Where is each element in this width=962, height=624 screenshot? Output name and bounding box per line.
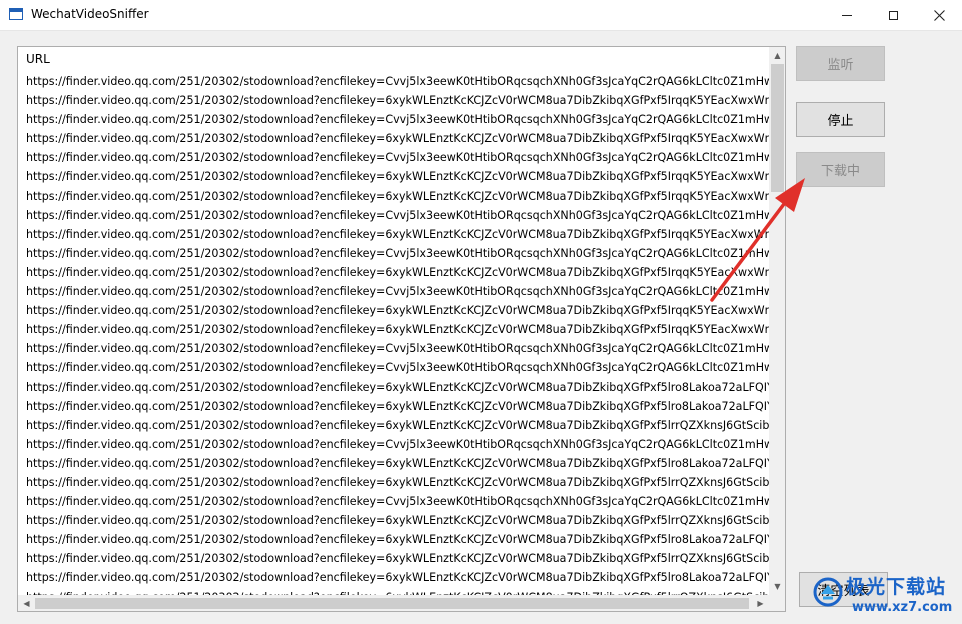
list-item[interactable]: https://finder.video.qq.com/251/20302/st… [26,91,770,110]
window-title: WechatVideoSniffer [31,7,149,21]
downloading-button[interactable]: 下载中 [796,152,885,187]
listen-button[interactable]: 监听 [796,46,885,81]
list-item[interactable]: https://finder.video.qq.com/251/20302/st… [26,416,770,435]
list-item[interactable]: https://finder.video.qq.com/251/20302/st… [26,397,770,416]
list-item[interactable]: https://finder.video.qq.com/251/20302/st… [26,244,770,263]
list-item[interactable]: https://finder.video.qq.com/251/20302/st… [26,187,770,206]
list-item[interactable]: https://finder.video.qq.com/251/20302/st… [26,167,770,186]
brand-logo-icon [813,577,843,607]
list-item[interactable]: https://finder.video.qq.com/251/20302/st… [26,110,770,129]
close-icon [933,9,945,21]
column-header-url[interactable]: URL [26,52,50,66]
horizontal-scrollbar[interactable]: ◀ ▶ [18,595,769,611]
list-item[interactable]: https://finder.video.qq.com/251/20302/st… [26,282,770,301]
title-bar[interactable]: WechatVideoSniffer [0,0,962,31]
list-item[interactable]: https://finder.video.qq.com/251/20302/st… [26,378,770,397]
list-item[interactable]: https://finder.video.qq.com/251/20302/st… [26,263,770,282]
maximize-icon [888,10,898,20]
list-item[interactable]: https://finder.video.qq.com/251/20302/st… [26,492,770,511]
watermark-brand: 极光下载站 [846,576,947,598]
watermark-url: www.xz7.com [852,600,953,615]
list-item[interactable]: https://finder.video.qq.com/251/20302/st… [26,454,770,473]
url-rows: https://finder.video.qq.com/251/20302/st… [26,72,770,611]
list-item[interactable]: https://finder.video.qq.com/251/20302/st… [26,511,770,530]
list-item[interactable]: https://finder.video.qq.com/251/20302/st… [26,129,770,148]
vertical-scroll-thumb[interactable] [771,64,784,192]
list-item[interactable]: https://finder.video.qq.com/251/20302/st… [26,72,770,91]
list-item[interactable]: https://finder.video.qq.com/251/20302/st… [26,225,770,244]
list-item[interactable]: https://finder.video.qq.com/251/20302/st… [26,549,770,568]
list-item[interactable]: https://finder.video.qq.com/251/20302/st… [26,320,770,339]
scroll-down-icon[interactable]: ▼ [769,578,785,595]
minimize-button[interactable] [824,0,870,30]
close-button[interactable] [916,0,962,30]
stop-button[interactable]: 停止 [796,102,885,137]
horizontal-scroll-thumb[interactable] [35,598,749,609]
scroll-up-icon[interactable]: ▲ [769,47,785,64]
list-item[interactable]: https://finder.video.qq.com/251/20302/st… [26,339,770,358]
list-item[interactable]: https://finder.video.qq.com/251/20302/st… [26,530,770,549]
scroll-left-icon[interactable]: ◀ [18,595,35,611]
scrollbar-corner [769,595,785,611]
list-item[interactable]: https://finder.video.qq.com/251/20302/st… [26,148,770,167]
vertical-scrollbar[interactable]: ▲ ▼ [769,47,785,595]
list-item[interactable]: https://finder.video.qq.com/251/20302/st… [26,358,770,377]
list-item[interactable]: https://finder.video.qq.com/251/20302/st… [26,435,770,454]
scroll-right-icon[interactable]: ▶ [752,595,769,611]
watermark: 极光下载站 www.xz7.com [812,572,960,620]
minimize-icon [842,14,852,16]
list-item[interactable]: https://finder.video.qq.com/251/20302/st… [26,206,770,225]
list-item[interactable]: https://finder.video.qq.com/251/20302/st… [26,473,770,492]
list-item[interactable]: https://finder.video.qq.com/251/20302/st… [26,568,770,587]
app-window-icon [9,8,23,20]
maximize-button[interactable] [870,0,916,30]
url-list[interactable]: URL https://finder.video.qq.com/251/2030… [17,46,786,612]
list-item[interactable]: https://finder.video.qq.com/251/20302/st… [26,301,770,320]
